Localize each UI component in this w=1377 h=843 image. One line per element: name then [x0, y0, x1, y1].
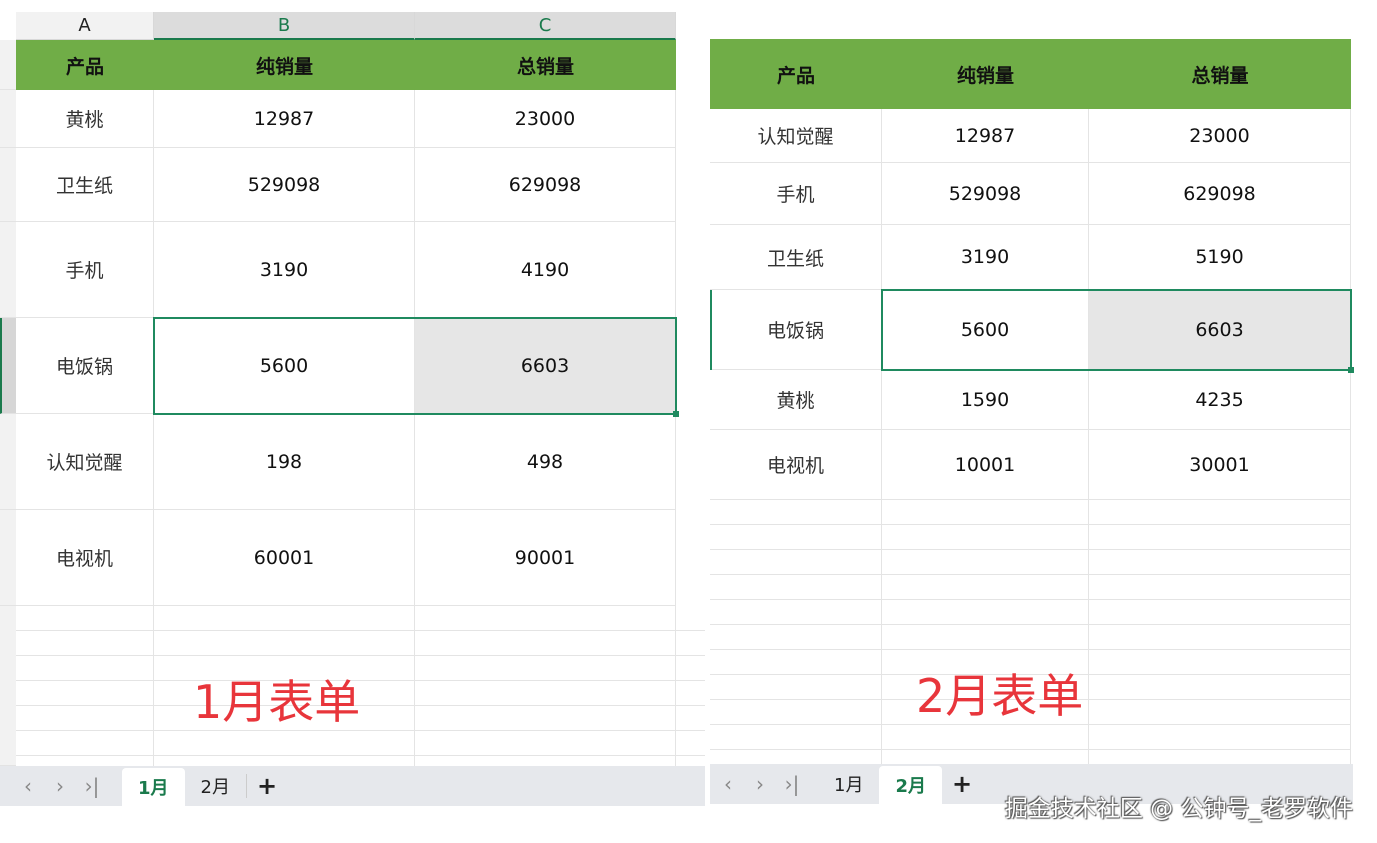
header-cell-net-sales[interactable]: 纯销量 [154, 40, 415, 90]
product-cell[interactable]: 电饭锅 [710, 290, 882, 370]
grid-vline [1350, 500, 1351, 764]
total-sales-cell[interactable]: 498 [415, 414, 676, 510]
column-header-b[interactable]: B [154, 12, 415, 40]
product-cell[interactable]: 黄桃 [16, 90, 154, 148]
total-sales-cell[interactable]: 90001 [415, 510, 676, 606]
header-cell-total-sales[interactable]: 总销量 [415, 40, 676, 90]
column-header-c[interactable]: C [415, 12, 676, 40]
net-sales-cell-selected[interactable]: 5600 [882, 290, 1089, 370]
total-sales-cell[interactable]: 23000 [415, 90, 676, 148]
tab-sheet-1[interactable]: 1月 [818, 766, 879, 802]
row-gutter[interactable] [0, 40, 16, 90]
prev-sheet-icon[interactable]: ‹ [712, 772, 744, 796]
tab-sheet-2[interactable]: 2月 [185, 768, 246, 804]
total-sales-cell[interactable]: 4235 [1089, 370, 1351, 430]
fill-handle[interactable] [673, 411, 679, 417]
header-cell-net-sales[interactable]: 纯销量 [882, 39, 1089, 109]
net-sales-cell[interactable]: 12987 [154, 90, 415, 148]
total-sales-cell-selected[interactable]: 6603 [1089, 290, 1351, 370]
grid-line [710, 749, 1351, 750]
row-gutter[interactable] [0, 414, 16, 510]
grid-line [710, 649, 1351, 650]
grid-line [710, 624, 1351, 625]
net-sales-cell[interactable]: 60001 [154, 510, 415, 606]
total-sales-cell[interactable]: 4190 [415, 222, 676, 318]
net-sales-cell[interactable]: 12987 [882, 109, 1089, 163]
add-sheet-button[interactable]: + [942, 770, 982, 798]
grid-vline [153, 606, 154, 766]
grid-line [16, 730, 705, 731]
grid-line [16, 680, 705, 681]
sheet-caption: 2月表单 [916, 669, 1084, 723]
row-gutter[interactable] [0, 90, 16, 148]
product-cell[interactable]: 认知觉醒 [16, 414, 154, 510]
last-sheet-icon[interactable]: ›| [76, 774, 108, 798]
sheet2-panel: 产品 纯销量 总销量 认知觉醒 12987 23000 手机 529098 62… [705, 0, 1377, 843]
product-cell[interactable]: 卫生纸 [16, 148, 154, 222]
total-sales-cell[interactable]: 629098 [1089, 163, 1351, 225]
grid-line [16, 705, 705, 706]
header-cell-product[interactable]: 产品 [710, 39, 882, 109]
grid-line [710, 524, 1351, 525]
row-gutter[interactable] [0, 606, 16, 766]
column-header-a[interactable]: A [16, 12, 154, 40]
net-sales-cell[interactable]: 1590 [882, 370, 1089, 430]
row-gutter[interactable] [0, 222, 16, 318]
net-sales-cell[interactable]: 3190 [882, 225, 1089, 290]
grid-line [16, 655, 705, 656]
grid-vline [1088, 500, 1089, 764]
total-sales-cell[interactable]: 30001 [1089, 430, 1351, 500]
prev-sheet-icon[interactable]: ‹ [12, 774, 44, 798]
grid-line [710, 574, 1351, 575]
product-cell[interactable]: 电视机 [710, 430, 882, 500]
header-cell-total-sales[interactable]: 总销量 [1089, 39, 1351, 109]
header-cell-product[interactable]: 产品 [16, 40, 154, 90]
grid-vline [414, 606, 415, 766]
next-sheet-icon[interactable]: › [744, 772, 776, 796]
row-selected-marker [710, 290, 712, 370]
total-sales-cell[interactable]: 629098 [415, 148, 676, 222]
grid-line [16, 755, 705, 756]
net-sales-cell[interactable]: 3190 [154, 222, 415, 318]
sheet-caption: 1月表单 [193, 675, 361, 729]
product-cell[interactable]: 卫生纸 [710, 225, 882, 290]
product-cell[interactable]: 黄桃 [710, 370, 882, 430]
tab-sheet-2[interactable]: 2月 [879, 766, 942, 804]
net-sales-cell[interactable]: 10001 [882, 430, 1089, 500]
net-sales-cell[interactable]: 198 [154, 414, 415, 510]
row-gutter[interactable] [0, 148, 16, 222]
product-cell[interactable]: 认知觉醒 [710, 109, 882, 163]
grid-vline [675, 606, 676, 766]
grid-line [710, 599, 1351, 600]
product-cell[interactable]: 电饭锅 [16, 318, 154, 414]
fill-handle[interactable] [1348, 367, 1354, 373]
tab-sheet-1[interactable]: 1月 [122, 768, 185, 806]
next-sheet-icon[interactable]: › [44, 774, 76, 798]
total-sales-cell[interactable]: 23000 [1089, 109, 1351, 163]
net-sales-cell-selected[interactable]: 5600 [154, 318, 415, 414]
last-sheet-icon[interactable]: ›| [776, 772, 808, 796]
product-cell[interactable]: 电视机 [16, 510, 154, 606]
net-sales-cell[interactable]: 529098 [154, 148, 415, 222]
add-sheet-button[interactable]: + [247, 772, 287, 800]
product-cell[interactable]: 手机 [16, 222, 154, 318]
sheet1-panel: A B C 产品 纯销量 总销量 黄桃 12987 23000 卫生纸 5290… [0, 0, 705, 843]
sheet-tab-bar: ‹ › ›| 1月 2月 + [0, 766, 705, 806]
grid-line [16, 630, 705, 631]
total-sales-cell[interactable]: 5190 [1089, 225, 1351, 290]
grid-line [710, 549, 1351, 550]
total-sales-cell-selected[interactable]: 6603 [415, 318, 676, 414]
watermark-text: 掘金技术社区 @ 公钟号_老罗软件 [1004, 796, 1353, 822]
grid-vline [881, 500, 882, 764]
row-gutter-selected[interactable] [0, 318, 16, 414]
net-sales-cell[interactable]: 529098 [882, 163, 1089, 225]
row-gutter[interactable] [0, 510, 16, 606]
product-cell[interactable]: 手机 [710, 163, 882, 225]
